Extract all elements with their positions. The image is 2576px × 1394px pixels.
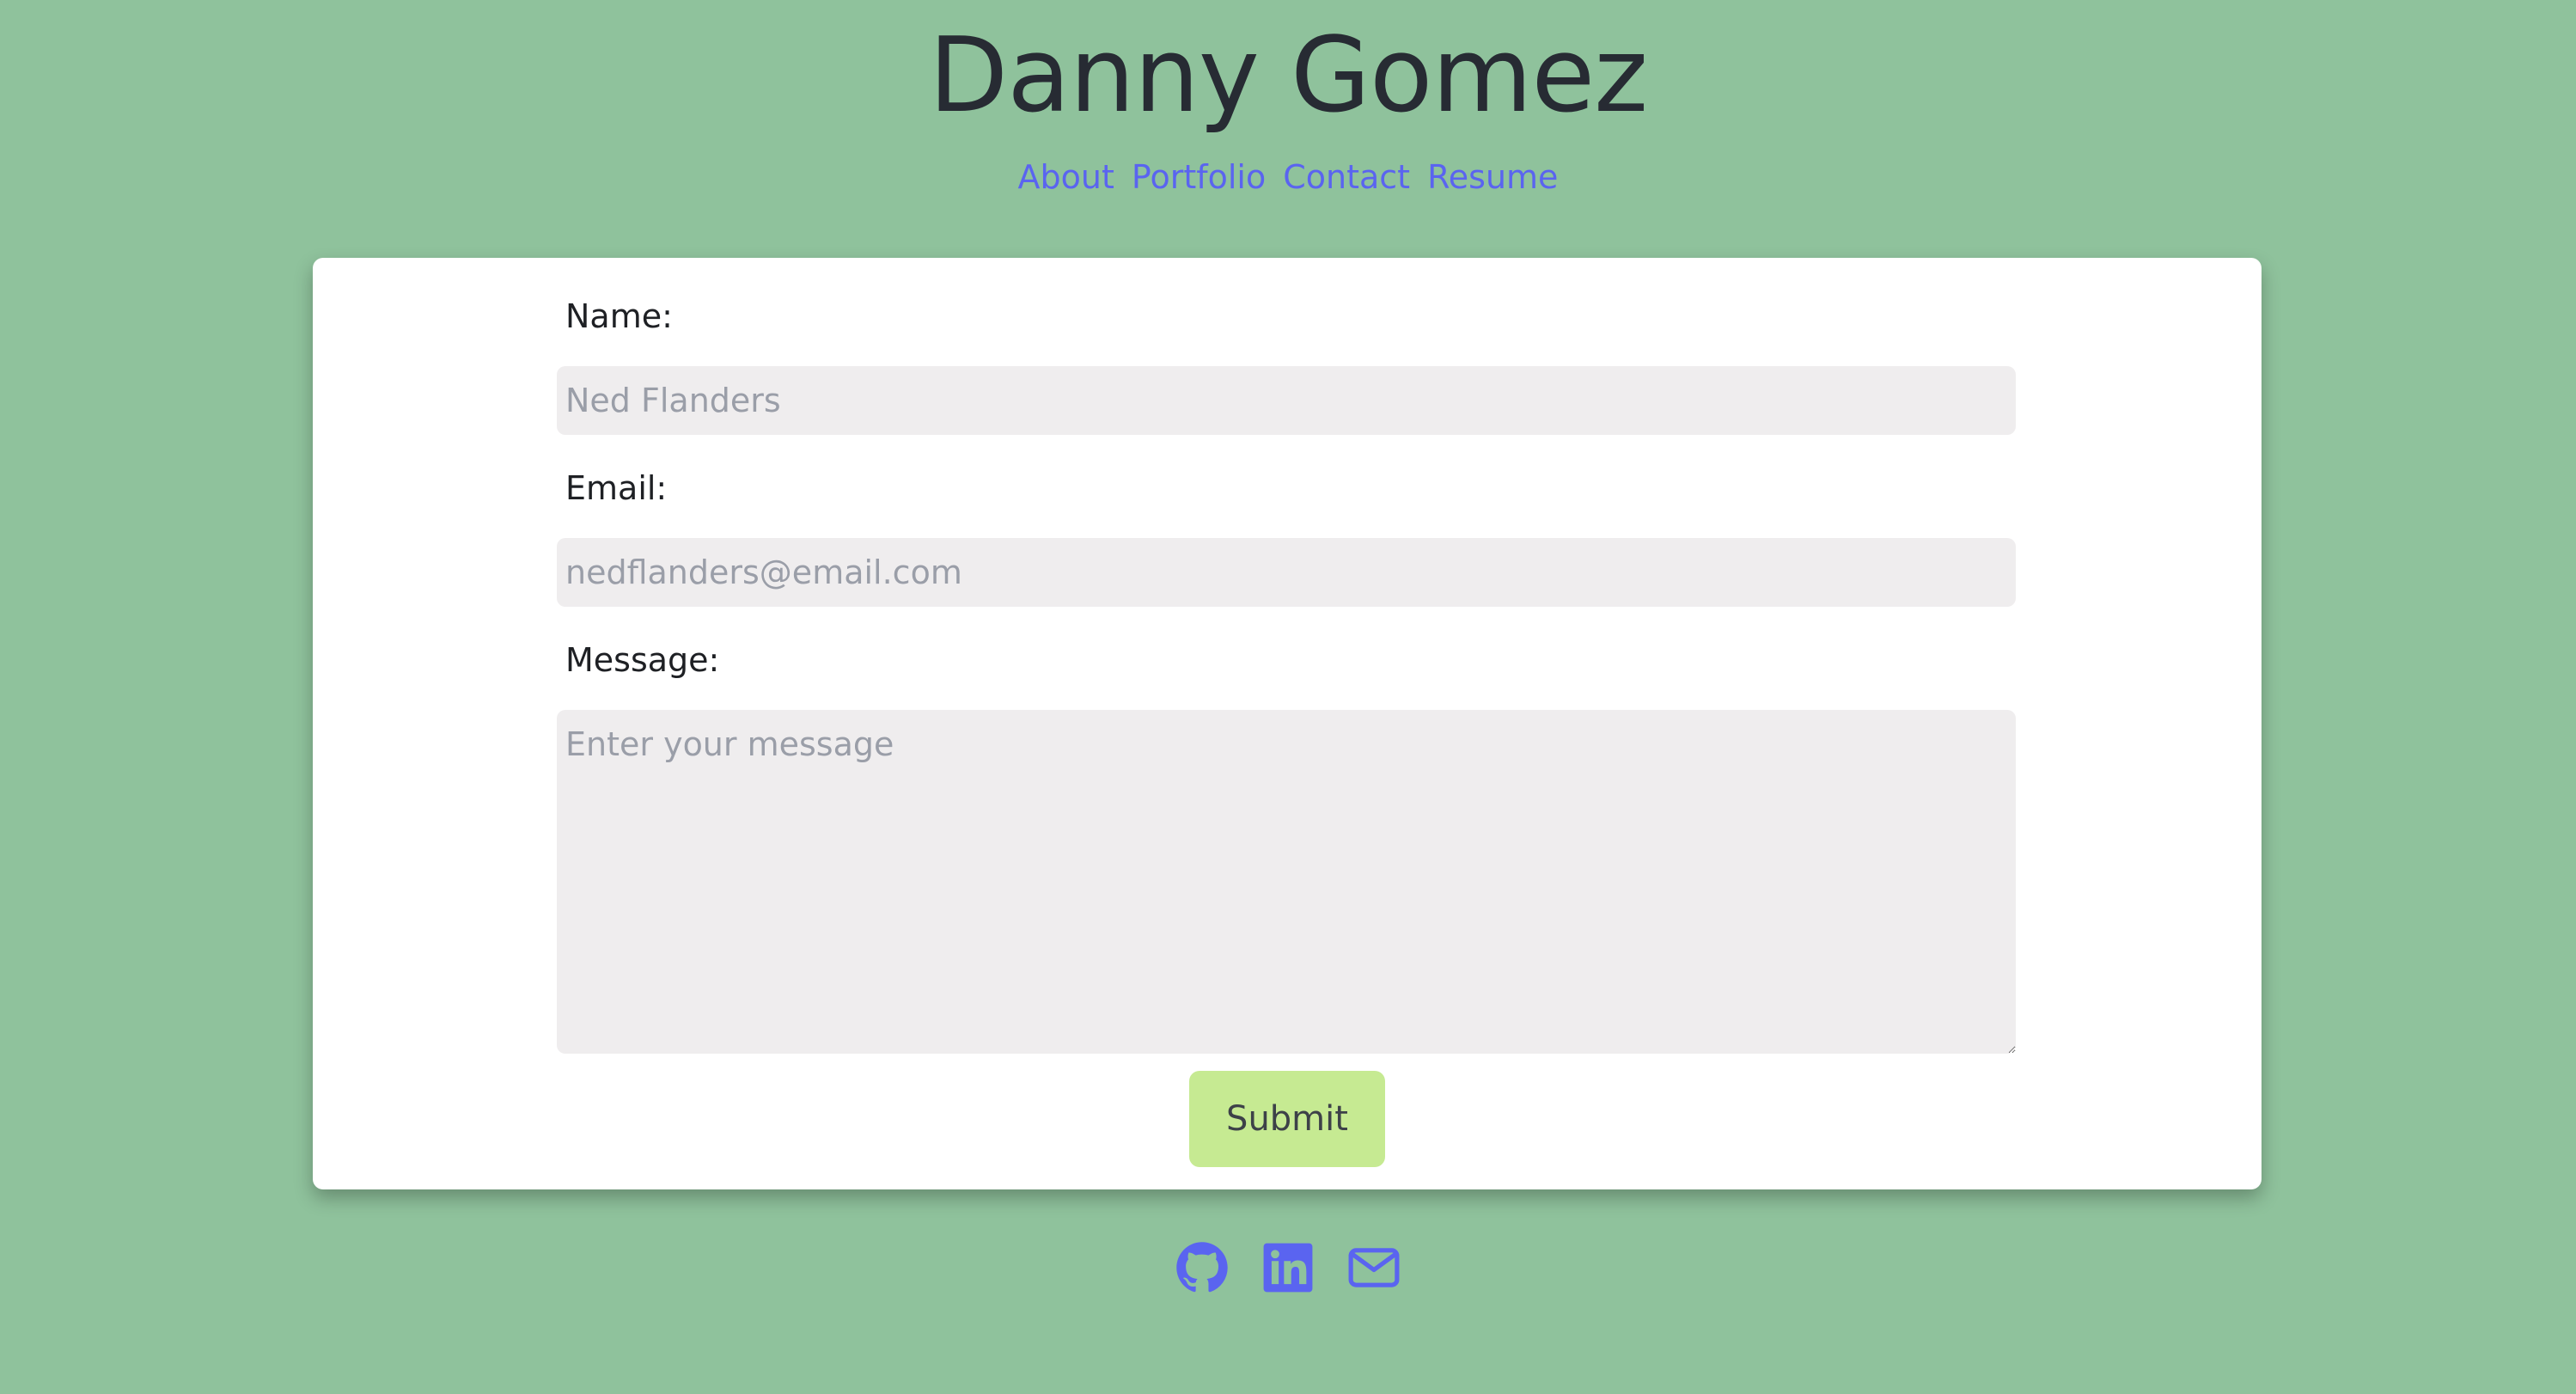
github-link[interactable]	[1175, 1241, 1229, 1294]
nav-link-about[interactable]: About	[1018, 151, 1114, 203]
email-link[interactable]	[1347, 1241, 1401, 1294]
main-nav: About Portfolio Contact Resume	[0, 151, 2576, 203]
email-icon	[1348, 1248, 1400, 1287]
nav-link-portfolio[interactable]: Portfolio	[1132, 151, 1266, 203]
email-input[interactable]	[557, 538, 2016, 607]
message-label: Message:	[565, 641, 720, 679]
linkedin-link[interactable]	[1261, 1241, 1315, 1294]
contact-page: Danny Gomez About Portfolio Contact Resu…	[0, 0, 2576, 1394]
email-label: Email:	[565, 469, 668, 507]
social-links	[0, 1241, 2576, 1294]
name-label: Name:	[565, 297, 673, 335]
linkedin-icon	[1263, 1243, 1313, 1293]
submit-button[interactable]: Submit	[1189, 1071, 1385, 1167]
message-textarea[interactable]	[557, 710, 2016, 1054]
name-input[interactable]	[557, 366, 2016, 435]
nav-link-resume[interactable]: Resume	[1427, 151, 1558, 203]
contact-form-card: Name: Email: Message: Submit	[313, 258, 2262, 1189]
github-icon	[1176, 1242, 1228, 1293]
nav-link-contact[interactable]: Contact	[1283, 151, 1410, 203]
site-title: Danny Gomez	[928, 16, 1648, 136]
